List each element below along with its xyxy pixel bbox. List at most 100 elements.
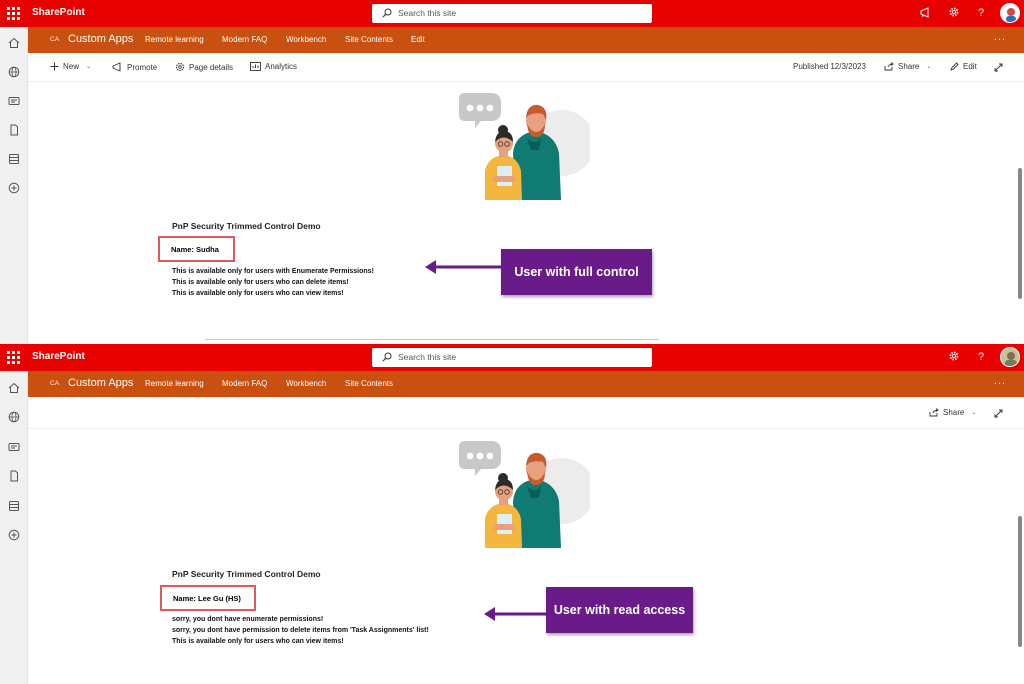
permission-line-delete: sorry, you dont have permission to delet… (172, 627, 429, 634)
search-placeholder: Search this site (398, 8, 457, 18)
app-name[interactable]: SharePoint (32, 7, 85, 18)
screenshot-read-access: SharePoint Search this site ? CA Custom … (0, 344, 1024, 684)
people-illustration (459, 93, 590, 200)
share-icon (929, 408, 939, 417)
nav-link-modern-faq[interactable]: Modern FAQ (222, 379, 267, 388)
document-icon[interactable] (8, 470, 20, 482)
globe-icon[interactable] (8, 411, 20, 423)
megaphone-icon[interactable] (919, 6, 932, 19)
expand-icon[interactable] (994, 63, 1003, 72)
analytics-label: Analytics (265, 62, 298, 71)
callout-full-control: User with full control (501, 249, 652, 295)
left-app-rail (0, 27, 28, 344)
command-bar: Share ⌄ (28, 397, 1024, 429)
hub-navigation: CA Custom Apps Remote learning Modern FA… (28, 371, 1024, 397)
edit-icon (950, 62, 959, 71)
site-initials: CA (50, 36, 60, 43)
news-icon[interactable] (8, 95, 20, 107)
plus-icon (50, 62, 59, 71)
nav-link-remote-learning[interactable]: Remote learning (145, 35, 204, 44)
nav-link-edit[interactable]: Edit (411, 35, 425, 44)
people-illustration (459, 441, 590, 548)
webpart-title: PnP Security Trimmed Control Demo (172, 221, 321, 231)
callout-arrow (484, 607, 549, 621)
document-icon[interactable] (8, 124, 20, 136)
screenshot-full-control: SharePoint Search this site ? CA Custom … (0, 0, 1024, 344)
search-icon (382, 352, 392, 362)
edit-button[interactable]: Edit (950, 62, 977, 71)
promote-button[interactable]: Promote (112, 62, 157, 72)
promote-label: Promote (127, 62, 158, 72)
gear-icon[interactable] (948, 350, 960, 362)
nav-link-remote-learning[interactable]: Remote learning (145, 379, 204, 388)
help-icon[interactable]: ? (978, 350, 984, 364)
user-name-highlight: Name: Sudha (158, 236, 235, 262)
search-box[interactable]: Search this site (372, 348, 652, 367)
chevron-down-icon: ⌄ (926, 64, 932, 70)
nav-link-site-contents[interactable]: Site Contents (345, 35, 393, 44)
nav-link-workbench[interactable]: Workbench (286, 379, 326, 388)
callout-read-access: User with read access (546, 587, 693, 633)
waffle-icon[interactable] (7, 7, 20, 20)
waffle-icon[interactable] (7, 351, 20, 364)
hub-navigation: CA Custom Apps Remote learning Modern FA… (28, 27, 1024, 53)
share-button[interactable]: Share ⌄ (884, 62, 931, 71)
analytics-icon (250, 62, 261, 71)
help-icon[interactable]: ? (978, 6, 984, 20)
site-initials: CA (50, 380, 60, 387)
share-label: Share (943, 408, 965, 417)
share-icon (884, 62, 894, 71)
news-icon[interactable] (8, 441, 20, 453)
add-icon[interactable] (8, 529, 20, 541)
gear-icon[interactable] (948, 6, 960, 18)
permission-line-enumerate: sorry, you dont have enumerate permissio… (172, 616, 324, 623)
avatar[interactable] (1000, 3, 1020, 23)
new-label: New (63, 62, 80, 71)
page-scrollbar[interactable] (1016, 430, 1024, 684)
published-label: Published 12/3/2023 (793, 62, 866, 71)
list-icon[interactable] (8, 500, 20, 512)
callout-arrow (425, 260, 502, 274)
user-name: Name: Lee Gu (HS) (173, 594, 241, 603)
home-icon[interactable] (8, 382, 20, 394)
page-details-button[interactable]: Page details (175, 62, 233, 72)
left-app-rail (0, 371, 28, 684)
analytics-button[interactable]: Analytics (250, 62, 297, 71)
expand-icon[interactable] (994, 409, 1003, 418)
edit-label: Edit (963, 62, 977, 71)
more-menu[interactable]: ... (994, 375, 1006, 387)
permission-line-enumerate: This is available only for users with En… (172, 268, 374, 275)
chevron-down-icon: ⌄ (971, 410, 977, 416)
add-icon[interactable] (8, 182, 20, 194)
command-bar: New ⌄ Promote Page details Analytics Publ… (28, 53, 1024, 82)
site-title[interactable]: Custom Apps (68, 33, 133, 45)
search-placeholder: Search this site (398, 352, 457, 362)
app-name[interactable]: SharePoint (32, 351, 85, 362)
published-status: Published 12/3/2023 (793, 62, 866, 71)
permission-line-view: This is available only for users who can… (172, 638, 344, 645)
section-divider (205, 339, 659, 340)
avatar[interactable] (1000, 347, 1020, 367)
nav-link-workbench[interactable]: Workbench (286, 35, 326, 44)
suite-bar: SharePoint Search this site ? (0, 0, 1024, 27)
new-button[interactable]: New ⌄ (50, 62, 91, 71)
search-box[interactable]: Search this site (372, 4, 652, 23)
promote-icon (112, 62, 121, 72)
share-button[interactable]: Share ⌄ (929, 408, 976, 417)
home-icon[interactable] (8, 37, 20, 49)
more-menu[interactable]: ... (994, 31, 1006, 43)
chevron-down-icon: ⌄ (86, 64, 92, 70)
search-icon (382, 8, 392, 18)
webpart-title: PnP Security Trimmed Control Demo (172, 569, 321, 579)
list-icon[interactable] (8, 153, 20, 165)
nav-link-modern-faq[interactable]: Modern FAQ (222, 35, 267, 44)
page-scrollbar[interactable] (1016, 82, 1024, 344)
globe-icon[interactable] (8, 66, 20, 78)
nav-link-site-contents[interactable]: Site Contents (345, 379, 393, 388)
share-label: Share (898, 62, 920, 71)
scrollbar-thumb[interactable] (1018, 168, 1022, 299)
site-title[interactable]: Custom Apps (68, 377, 133, 389)
scrollbar-thumb[interactable] (1018, 516, 1022, 647)
user-name: Name: Sudha (171, 245, 219, 254)
user-name-highlight: Name: Lee Gu (HS) (160, 585, 256, 611)
